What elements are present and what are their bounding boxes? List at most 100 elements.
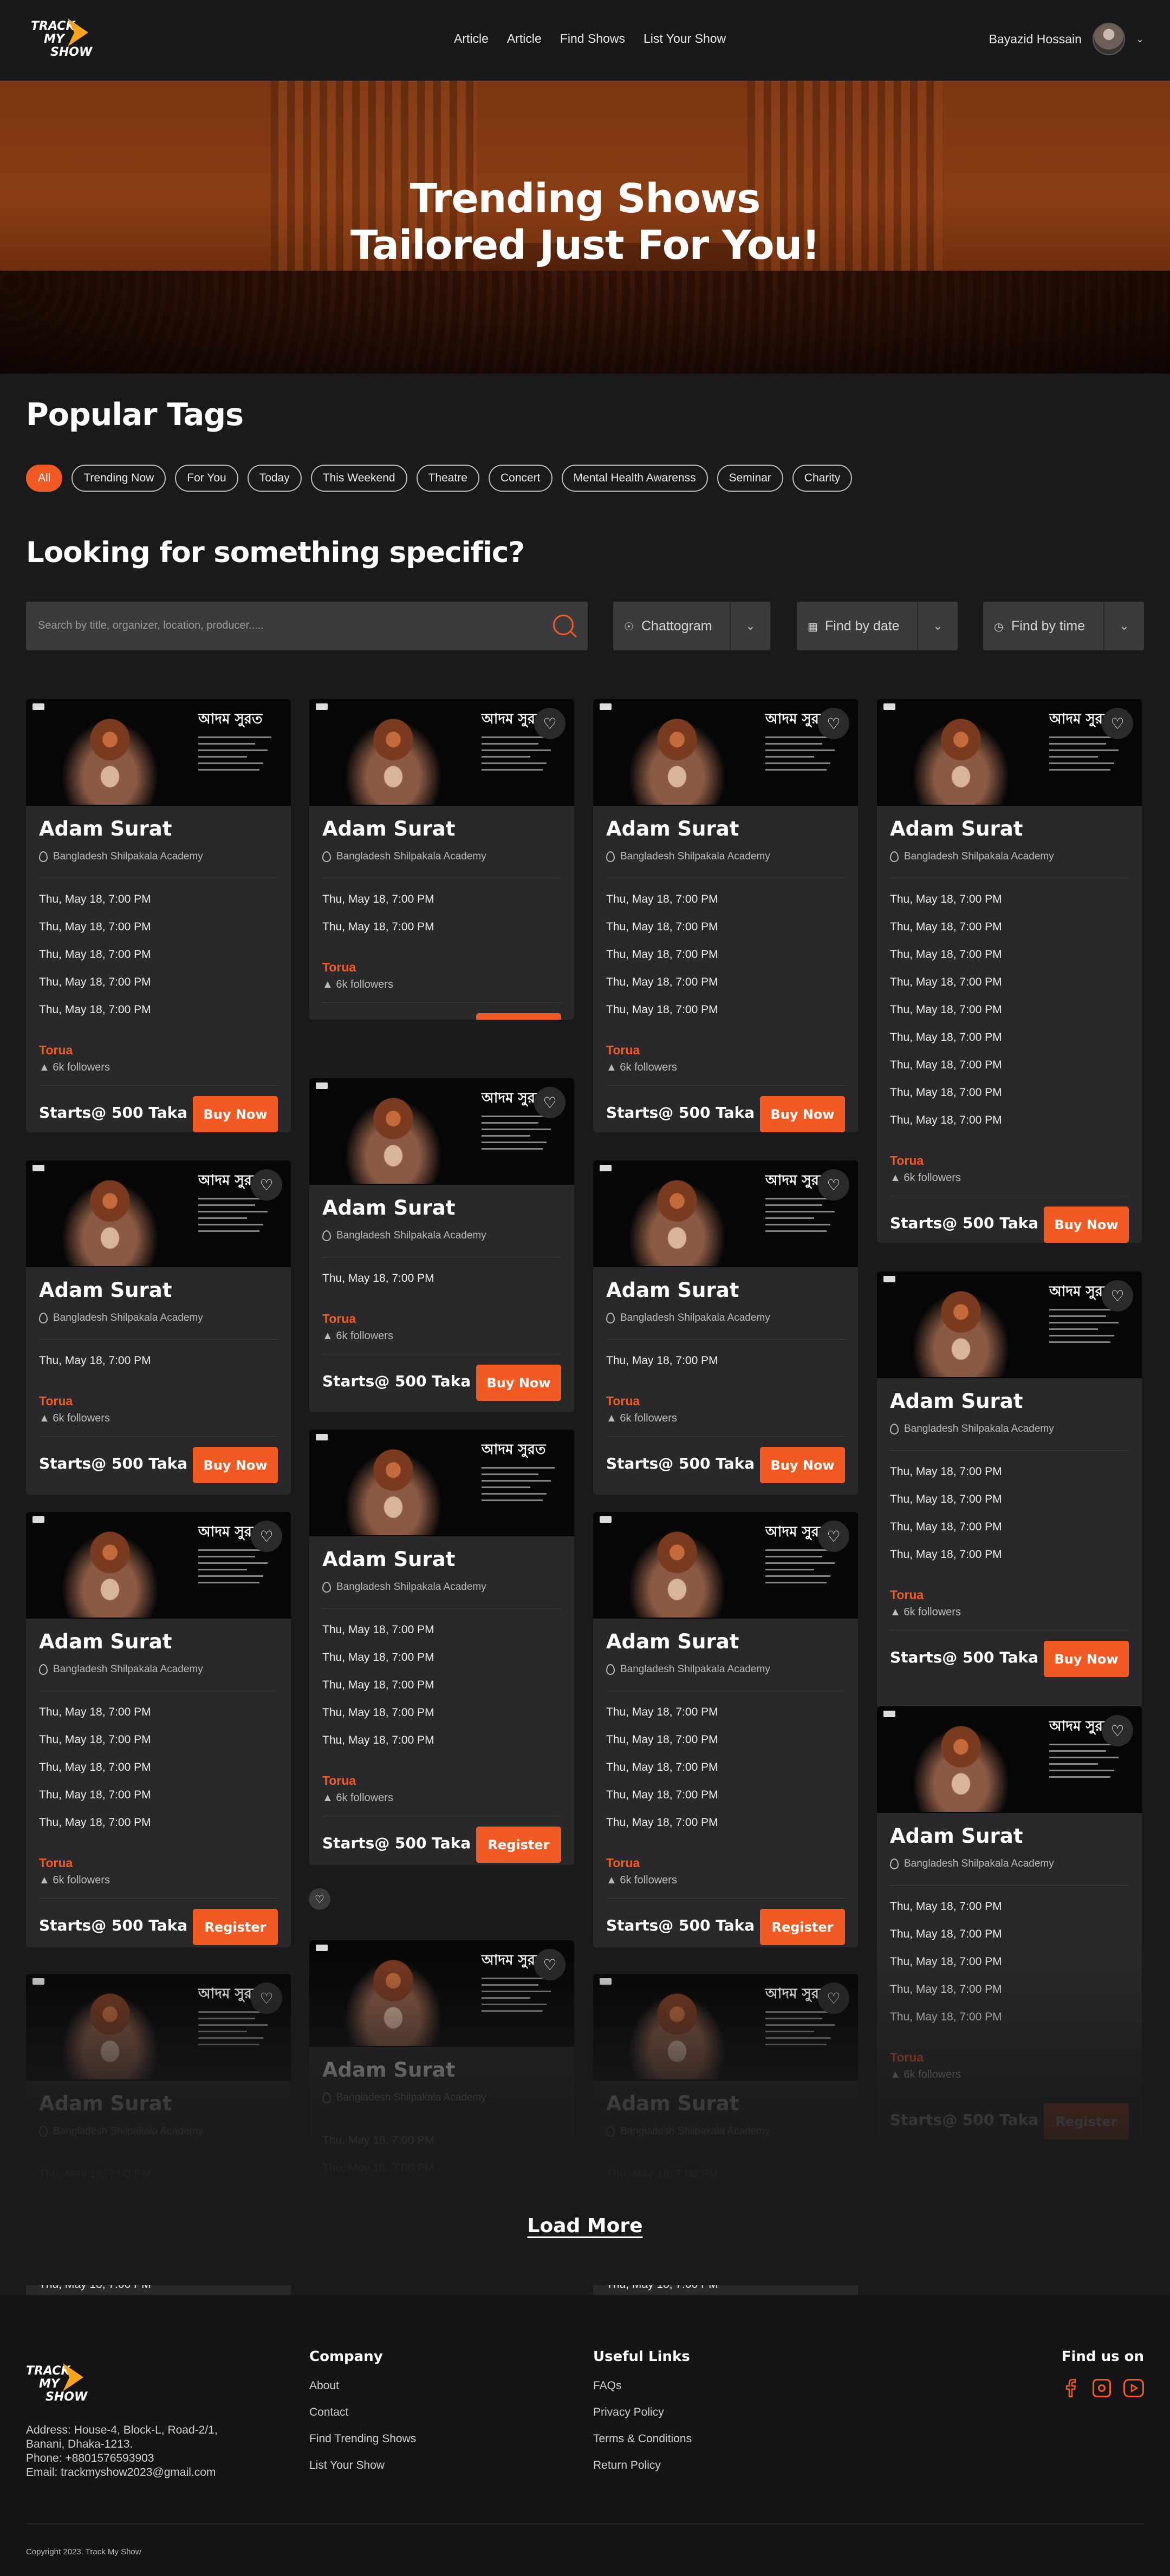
- show-poster[interactable]: আদম সুরত: [309, 699, 574, 806]
- follower-count: ▲ 6k followers: [606, 1061, 677, 1073]
- organizer-name[interactable]: Torua: [39, 1856, 73, 1870]
- organizer-name[interactable]: Torua: [606, 1394, 640, 1408]
- buy-now-button[interactable]: Buy Now: [1044, 1207, 1129, 1243]
- heart-icon[interactable]: ♡: [1102, 708, 1133, 739]
- tag-all[interactable]: All: [26, 465, 63, 492]
- load-more-button[interactable]: Load More: [0, 2215, 1170, 2237]
- show-poster[interactable]: আদম সুরত: [593, 1160, 858, 1267]
- buy-now-button[interactable]: Buy Now: [193, 1096, 278, 1132]
- footer-link-contact[interactable]: Contact: [309, 2404, 416, 2431]
- show-poster[interactable]: আদম সুরত: [877, 1271, 1142, 1378]
- footer-link-faqs[interactable]: FAQs: [593, 2378, 692, 2404]
- footer-link-find-trending[interactable]: Find Trending Shows: [309, 2431, 416, 2457]
- show-card[interactable]: আদম সুরত ♡ Adam Surat Bangladesh Shilpaka…: [309, 1078, 574, 1412]
- organizer-name[interactable]: Torua: [890, 1588, 924, 1602]
- footer-logo[interactable]: TRACK MY SHOW: [26, 2361, 87, 2410]
- footer-link-list-your-show[interactable]: List Your Show: [309, 2457, 416, 2484]
- show-card[interactable]: আদম সুরত ♡ Adam Surat Bangladesh Shilpaka…: [593, 699, 858, 1132]
- buy-now-button[interactable]: Buy Now: [1044, 1641, 1129, 1677]
- footer-link-terms[interactable]: Terms & Conditions: [593, 2431, 692, 2457]
- show-poster[interactable]: আদম সুরত: [26, 1512, 291, 1619]
- tag-this-weekend[interactable]: This Weekend: [310, 465, 407, 492]
- heart-icon[interactable]: ♡: [818, 1169, 849, 1201]
- show-poster[interactable]: আদম সুরত: [877, 699, 1142, 806]
- nav-link-find-shows[interactable]: Find Shows: [560, 31, 625, 46]
- footer-link-privacy[interactable]: Privacy Policy: [593, 2404, 692, 2431]
- tag-charity[interactable]: Charity: [792, 465, 853, 492]
- register-button[interactable]: Register: [193, 1909, 278, 1945]
- search-input[interactable]: Search by title, organizer, location, pr…: [38, 619, 264, 632]
- show-card[interactable]: আদম সুরত ♡ Adam Surat Bangladesh Shilpaka…: [593, 1160, 858, 1495]
- organizer-name[interactable]: Torua: [890, 1153, 924, 1168]
- show-card[interactable]: আদম সুরত ♡ Adam Surat Bangladesh Shilpaka…: [593, 1512, 858, 1947]
- tag-seminar[interactable]: Seminar: [717, 465, 783, 492]
- tag-concert[interactable]: Concert: [488, 465, 552, 492]
- tag-mental-health[interactable]: Mental Health Awarenss: [561, 465, 708, 492]
- time-select[interactable]: ◷ Find by time ⌄: [983, 602, 1144, 650]
- show-poster[interactable]: আদম সুরত: [26, 1160, 291, 1267]
- organizer-name[interactable]: Torua: [322, 1773, 356, 1788]
- show-card[interactable]: আদম সুরত Adam Surat Bangladesh Shilpakal…: [26, 699, 291, 1132]
- youtube-icon[interactable]: [1123, 2379, 1144, 2397]
- show-card[interactable]: আদম সুরত ♡ Adam Surat Bangladesh Shilpaka…: [877, 1271, 1142, 1707]
- organizer-name[interactable]: Torua: [606, 1856, 640, 1870]
- show-poster[interactable]: আদম সুরত: [26, 699, 291, 806]
- tag-for-you[interactable]: For You: [175, 465, 238, 492]
- buy-now-button[interactable]: Buy Now: [760, 1096, 845, 1132]
- heart-icon[interactable]: ♡: [818, 708, 849, 739]
- search-bar[interactable]: Search by title, organizer, location, pr…: [26, 602, 588, 650]
- brand-logo[interactable]: TRACK MY SHOW: [31, 16, 92, 65]
- register-button[interactable]: Register: [476, 1827, 561, 1863]
- tag-today[interactable]: Today: [247, 465, 302, 492]
- footer-link-about[interactable]: About: [309, 2378, 416, 2404]
- organizer-name[interactable]: Torua: [39, 1394, 73, 1408]
- heart-icon[interactable]: ♡: [534, 1087, 566, 1118]
- location-select[interactable]: ☉ Chattogram ⌄: [613, 602, 770, 650]
- show-poster[interactable]: আদম সুরত: [309, 1078, 574, 1185]
- chevron-down-icon[interactable]: ⌄: [730, 602, 770, 650]
- chevron-down-icon[interactable]: ⌄: [917, 602, 958, 650]
- show-poster[interactable]: আদম সুরত: [593, 699, 858, 806]
- organizer-name[interactable]: Torua: [606, 1043, 640, 1058]
- heart-icon[interactable]: ♡: [534, 708, 566, 739]
- show-card[interactable]: আদম সুরত Adam Surat Bangladesh Shilpakal…: [309, 1430, 574, 1865]
- organizer-name[interactable]: Torua: [322, 1312, 356, 1326]
- show-card[interactable]: আদম সুরত ♡ Adam Surat Bangladesh Shilpaka…: [26, 1512, 291, 1947]
- buy-now-button[interactable]: Buy Now: [193, 1447, 278, 1483]
- buy-now-button[interactable]: Buy Now: [476, 1013, 561, 1020]
- search-icon[interactable]: [553, 615, 574, 635]
- show-card[interactable]: আদম সুরত ♡ Adam Surat Bangladesh Shilpaka…: [26, 1160, 291, 1495]
- show-poster[interactable]: আদম সুরত: [309, 1430, 574, 1536]
- nav-link-article-1[interactable]: Article: [454, 31, 489, 46]
- show-poster[interactable]: আদম সুরত: [877, 1706, 1142, 1813]
- show-title: Adam Surat: [606, 817, 739, 840]
- user-menu[interactable]: Bayazid Hossain ⌄: [989, 23, 1144, 55]
- avatar[interactable]: [1092, 23, 1125, 55]
- organizer-name[interactable]: Torua: [39, 1043, 73, 1058]
- buy-now-button[interactable]: Buy Now: [760, 1447, 845, 1483]
- heart-icon[interactable]: ♡: [1102, 1715, 1133, 1746]
- show-card[interactable]: আদম সুরত ♡ Adam Surat Bangladesh Shilpaka…: [309, 699, 574, 1020]
- date-select[interactable]: ▦ Find by date ⌄: [797, 602, 958, 650]
- heart-icon[interactable]: ♡: [309, 1888, 330, 1910]
- show-poster[interactable]: আদম সুরত: [593, 1512, 858, 1619]
- show-venue: Bangladesh Shilpakala Academy: [322, 1230, 486, 1242]
- date-list: Thu, May 18, 7:00 PM: [39, 1350, 151, 1378]
- buy-now-button[interactable]: Buy Now: [476, 1365, 561, 1401]
- tag-theatre[interactable]: Theatre: [416, 465, 479, 492]
- footer-link-return[interactable]: Return Policy: [593, 2457, 692, 2484]
- instagram-icon[interactable]: [1093, 2379, 1111, 2397]
- nav-link-article-2[interactable]: Article: [507, 31, 542, 46]
- heart-icon[interactable]: ♡: [251, 1521, 282, 1552]
- nav-link-list-your-show[interactable]: List Your Show: [644, 31, 726, 46]
- show-card[interactable]: আদম সুরত ♡ Adam Surat Bangladesh Shilpaka…: [877, 699, 1142, 1243]
- facebook-icon[interactable]: [1062, 2378, 1080, 2398]
- heart-icon[interactable]: ♡: [818, 1521, 849, 1552]
- heart-icon[interactable]: ♡: [251, 1169, 282, 1201]
- chevron-down-icon[interactable]: ⌄: [1136, 34, 1144, 45]
- heart-icon[interactable]: ♡: [1102, 1280, 1133, 1312]
- organizer-name[interactable]: Torua: [322, 960, 356, 975]
- chevron-down-icon[interactable]: ⌄: [1103, 602, 1144, 650]
- tag-trending-now[interactable]: Trending Now: [72, 465, 166, 492]
- register-button[interactable]: Register: [760, 1909, 845, 1945]
